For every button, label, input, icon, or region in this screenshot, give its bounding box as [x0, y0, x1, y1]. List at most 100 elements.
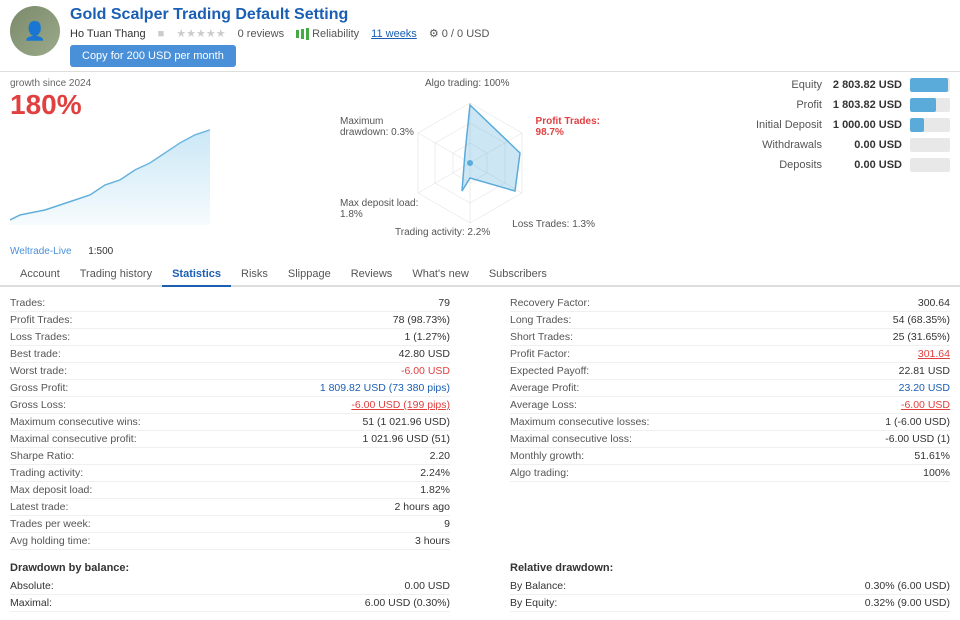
stat-row: Loss Trades: 1 (1.27%): [10, 329, 450, 346]
stat-name: Expected Payoff:: [510, 365, 589, 377]
drawdown-relative-col: Relative drawdown: By Balance: 0.30% (6.…: [510, 562, 950, 612]
page-title: Gold Scalper Trading Default Setting: [70, 6, 950, 24]
radar-activity-label: Trading activity: 2.2%: [395, 227, 490, 238]
stat-value: 51.61%: [914, 450, 950, 462]
stat-value: 1 809.82 USD (73 380 pips): [320, 382, 450, 394]
equity-stats: Equity 2 803.82 USD Profit 1 803.82 USD …: [730, 78, 950, 238]
stats-right-col: Recovery Factor: 300.64 Long Trades: 54 …: [510, 295, 950, 550]
stat-name: Worst trade:: [10, 365, 67, 377]
tab-trading-history[interactable]: Trading history: [70, 263, 162, 287]
stat-value: -6.00 USD: [401, 365, 450, 377]
avatar: 👤: [10, 6, 60, 56]
review-count: 0 reviews: [238, 28, 284, 40]
drawdown-row: By Equity: 0.32% (9.00 USD): [510, 595, 950, 612]
drawdown-name: By Balance:: [510, 580, 566, 592]
stat-value: 2.24%: [420, 467, 450, 479]
copy-button[interactable]: Copy for 200 USD per month: [70, 45, 236, 67]
drawdown-value: 0.00 USD: [404, 580, 450, 592]
stat-name: Algo trading:: [510, 467, 569, 479]
stat-value: 78 (98.73%): [393, 314, 450, 326]
stat-row: Trades per week: 9: [10, 516, 450, 533]
stat-value: 2.20: [430, 450, 450, 462]
stat-value: -6.00 USD (1): [885, 433, 950, 445]
header-meta: Ho Tuan Thang ■ ★★★★★ 0 reviews Reliabil…: [70, 27, 950, 40]
stats-section: Trades: 79 Profit Trades: 78 (98.73%) Lo…: [0, 287, 960, 558]
stat-row: Average Loss: -6.00 USD: [510, 397, 950, 414]
stat-row: Worst trade: -6.00 USD: [10, 363, 450, 380]
radar-chart: Algo trading: 100% Profit Trades:98.7% L…: [340, 78, 600, 238]
stat-value: -6.00 USD (199 pips): [351, 399, 450, 411]
drawdown-row: Absolute: 0.00 USD: [10, 578, 450, 595]
stat-row: Max deposit load: 1.82%: [10, 482, 450, 499]
drawdown-section: Drawdown by balance: Absolute: 0.00 USD …: [0, 558, 960, 620]
author-name: Ho Tuan Thang: [70, 28, 146, 40]
chart-svg: [10, 125, 210, 225]
chart-area: [10, 125, 210, 225]
tab-statistics[interactable]: Statistics: [162, 263, 231, 287]
stat-name: Trades per week:: [10, 518, 91, 530]
drawdown-row: Maximal: 6.00 USD (0.30%): [10, 595, 450, 612]
stat-value: 54 (68.35%): [893, 314, 950, 326]
equity-bar-row: Initial Deposit 1 000.00 USD: [730, 118, 950, 132]
stat-name: Average Profit:: [510, 382, 579, 394]
stat-row: Gross Profit: 1 809.82 USD (73 380 pips): [10, 380, 450, 397]
equity-bar-row: Profit 1 803.82 USD: [730, 98, 950, 112]
stat-name: Recovery Factor:: [510, 297, 590, 309]
equity-bar-row: Equity 2 803.82 USD: [730, 78, 950, 92]
stat-row: Trading activity: 2.24%: [10, 465, 450, 482]
stat-row: Profit Trades: 78 (98.73%): [10, 312, 450, 329]
drawdown-value: 0.32% (9.00 USD): [865, 597, 950, 609]
stat-name: Gross Profit:: [10, 382, 68, 394]
tabs-bar: AccountTrading historyStatisticsRisksSli…: [0, 263, 960, 287]
stat-value: -6.00 USD: [901, 399, 950, 411]
stat-value: 1 (-6.00 USD): [885, 416, 950, 428]
stat-name: Gross Loss:: [10, 399, 66, 411]
stat-row: Long Trades: 54 (68.35%): [510, 312, 950, 329]
weeks-badge: 11 weeks: [371, 28, 417, 40]
stat-name: Loss Trades:: [10, 331, 70, 343]
stat-value: 1 (1.27%): [404, 331, 450, 343]
stat-row: Gross Loss: -6.00 USD (199 pips): [10, 397, 450, 414]
radar-profit-label: Profit Trades:98.7%: [536, 116, 600, 138]
tabs-container: AccountTrading historyStatisticsRisksSli…: [10, 263, 557, 285]
radar-loss-label: Loss Trades: 1.3%: [512, 219, 595, 230]
tab-risks[interactable]: Risks: [231, 263, 278, 287]
stat-value: 1.82%: [420, 484, 450, 496]
tab-subscribers[interactable]: Subscribers: [479, 263, 557, 287]
stat-name: Latest trade:: [10, 501, 68, 513]
stat-name: Maximal consecutive loss:: [510, 433, 632, 445]
reliability-badge: Reliability: [296, 28, 359, 40]
drawdown-name: Maximal:: [10, 597, 52, 609]
header: 👤 Gold Scalper Trading Default Setting H…: [0, 0, 960, 72]
radar-algo-label: Algo trading: 100%: [425, 78, 510, 89]
radar-drawdown-label: Maximum drawdown: 0.3%: [340, 116, 430, 138]
stat-name: Short Trades:: [510, 331, 573, 343]
growth-chart: growth since 2024 180%: [10, 78, 210, 238]
stat-value: 300.64: [918, 297, 950, 309]
tab-reviews[interactable]: Reviews: [341, 263, 403, 287]
header-info: Gold Scalper Trading Default Setting Ho …: [70, 6, 950, 67]
drawdown-value: 6.00 USD (0.30%): [365, 597, 450, 609]
star-rating: ★★★★★: [176, 27, 225, 40]
radar-deposit-label: Max deposit load: 1.8%: [340, 198, 430, 220]
tab-account[interactable]: Account: [10, 263, 70, 287]
leverage: 1:500: [88, 246, 113, 257]
stat-name: Best trade:: [10, 348, 61, 360]
tab-slippage[interactable]: Slippage: [278, 263, 341, 287]
stat-row: Maximal consecutive profit: 1 021.96 USD…: [10, 431, 450, 448]
stat-name: Max deposit load:: [10, 484, 92, 496]
drawdown-balance-title: Drawdown by balance:: [10, 562, 450, 574]
stat-row: Recovery Factor: 300.64: [510, 295, 950, 312]
stat-row: Monthly growth: 51.61%: [510, 448, 950, 465]
stat-value: 51 (1 021.96 USD): [362, 416, 450, 428]
middle-section: growth since 2024 180%: [0, 72, 960, 244]
stat-row: Trades: 79: [10, 295, 450, 312]
stat-name: Trades:: [10, 297, 45, 309]
stat-value: 25 (31.65%): [893, 331, 950, 343]
drawdown-name: By Equity:: [510, 597, 557, 609]
stat-name: Maximum consecutive wins:: [10, 416, 141, 428]
stat-row: Algo trading: 100%: [510, 465, 950, 482]
stat-row: Maximal consecutive loss: -6.00 USD (1): [510, 431, 950, 448]
drawdown-row: By Balance: 0.30% (6.00 USD): [510, 578, 950, 595]
tab-what's-new[interactable]: What's new: [402, 263, 479, 287]
